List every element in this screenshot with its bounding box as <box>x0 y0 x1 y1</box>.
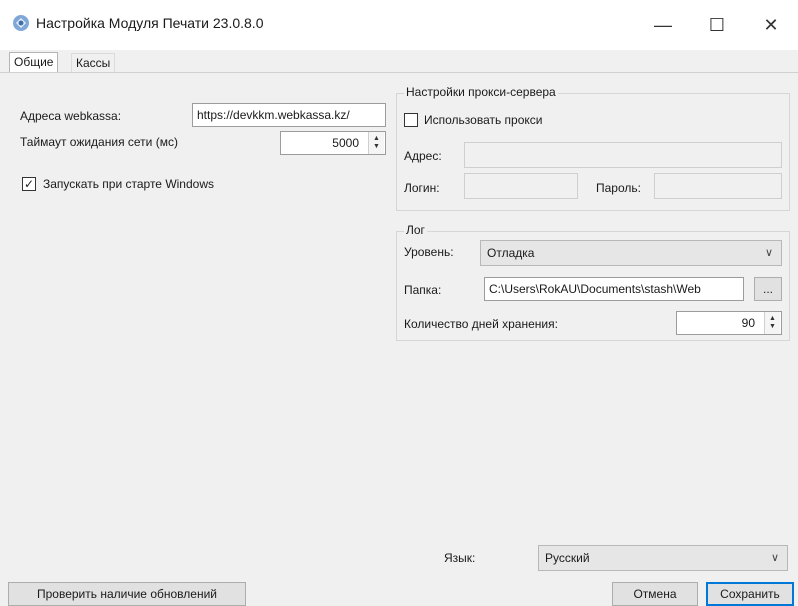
log-level-label: Уровень: <box>404 245 454 259</box>
maximize-button[interactable]: ☐ <box>694 10 740 40</box>
chevron-down-icon: ∨ <box>770 552 779 564</box>
log-folder-input[interactable]: C:\Users\RokAU\Documents\stash\Web <box>484 277 744 301</box>
checkmark-icon: ✓ <box>23 177 35 191</box>
network-timeout-label: Таймаут ожидания сети (мс) <box>20 135 178 149</box>
cancel-button[interactable]: Отмена <box>612 582 698 606</box>
printer-icon <box>13 15 29 31</box>
close-button[interactable]: ✕ <box>748 10 794 40</box>
webkassa-address-label: Адреса webkassa: <box>20 109 122 123</box>
use-proxy-label: Использовать прокси <box>424 113 543 127</box>
proxy-login-label: Логин: <box>404 181 440 195</box>
spin-up-icon: ▲ <box>769 315 776 322</box>
proxy-password-input[interactable] <box>654 173 782 199</box>
autostart-checkbox[interactable]: ✓ <box>22 177 36 191</box>
spin-down-icon: ▼ <box>373 143 380 150</box>
proxy-address-input[interactable] <box>464 142 782 168</box>
proxy-password-label: Пароль: <box>596 181 641 195</box>
proxy-group-title: Настройки прокси-сервера <box>404 85 558 99</box>
timeout-spin-buttons[interactable]: ▲ ▼ <box>368 132 384 154</box>
use-proxy-checkbox[interactable] <box>404 113 418 127</box>
minimize-button[interactable]: — <box>640 10 686 40</box>
close-icon: ✕ <box>763 14 779 35</box>
proxy-login-input[interactable] <box>464 173 578 199</box>
webkassa-address-input[interactable]: https://devkkm.webkassa.kz/ <box>192 103 386 127</box>
log-group-title: Лог <box>404 223 427 237</box>
window-title: Настройка Модуля Печати 23.0.8.0 <box>36 15 264 31</box>
language-dropdown[interactable]: Русский ∨ <box>538 545 788 571</box>
maximize-icon: ☐ <box>708 14 726 35</box>
minimize-icon: — <box>654 14 672 35</box>
autostart-label: Запускать при старте Windows <box>43 177 214 191</box>
log-folder-label: Папка: <box>404 283 442 297</box>
proxy-address-label: Адрес: <box>404 149 442 163</box>
tab-cash-registers[interactable]: Кассы <box>71 53 116 72</box>
tab-panel-general: Адреса webkassa: https://devkkm.webkassa… <box>0 72 798 583</box>
check-updates-button[interactable]: Проверить наличие обновлений <box>8 582 246 606</box>
chevron-down-icon: ∨ <box>764 247 773 259</box>
log-level-value: Отладка <box>487 246 535 260</box>
browse-folder-button[interactable]: ... <box>754 277 782 301</box>
title-bar: Настройка Модуля Печати 23.0.8.0 — ☐ ✕ <box>0 0 798 50</box>
spin-down-icon: ▼ <box>769 323 776 330</box>
language-label: Язык: <box>444 551 476 565</box>
retention-spin-buttons[interactable]: ▲ ▼ <box>764 312 780 334</box>
log-level-dropdown[interactable]: Отладка ∨ <box>480 240 782 266</box>
tab-general[interactable]: Общие <box>9 52 59 72</box>
log-retention-days-label: Количество дней хранения: <box>404 317 558 331</box>
language-value: Русский <box>545 551 590 565</box>
spin-up-icon: ▲ <box>373 135 380 142</box>
save-button[interactable]: Сохранить <box>706 582 794 606</box>
